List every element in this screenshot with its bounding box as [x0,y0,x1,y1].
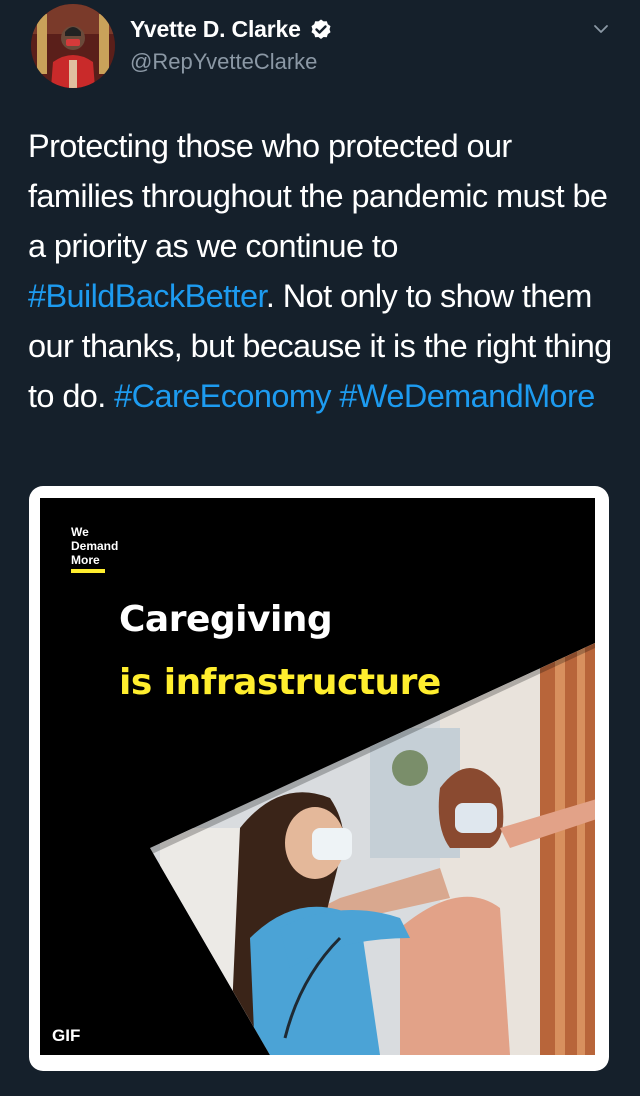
hashtag-link[interactable]: #CareEconomy [114,378,331,414]
author-name-row[interactable]: Yvette D. Clarke [130,16,333,43]
avatar[interactable] [31,4,115,88]
tweet-text: Protecting those who protected our famil… [28,121,618,421]
gif-badge: GIF [52,1026,81,1045]
media-card[interactable]: We Demand More Caregiving is infrastruct… [29,486,609,1071]
author-display-name[interactable]: Yvette D. Clarke [130,16,301,43]
hashtag-link[interactable]: #BuildBackBetter [28,278,267,314]
author-handle[interactable]: @RepYvetteClarke [130,49,317,75]
hashtag-link[interactable]: #WeDemandMore [339,378,595,414]
tweet-text-segment: Protecting those who protected our famil… [28,128,608,264]
headline-line-1: Caregiving [119,599,333,640]
chevron-down-icon[interactable] [588,16,614,42]
headline-line-2: is infrastructure [119,662,441,703]
gif-media[interactable]: We Demand More Caregiving is infrastruct… [40,498,595,1055]
verified-badge-icon [309,18,333,42]
caregiver-photo [40,498,595,1055]
